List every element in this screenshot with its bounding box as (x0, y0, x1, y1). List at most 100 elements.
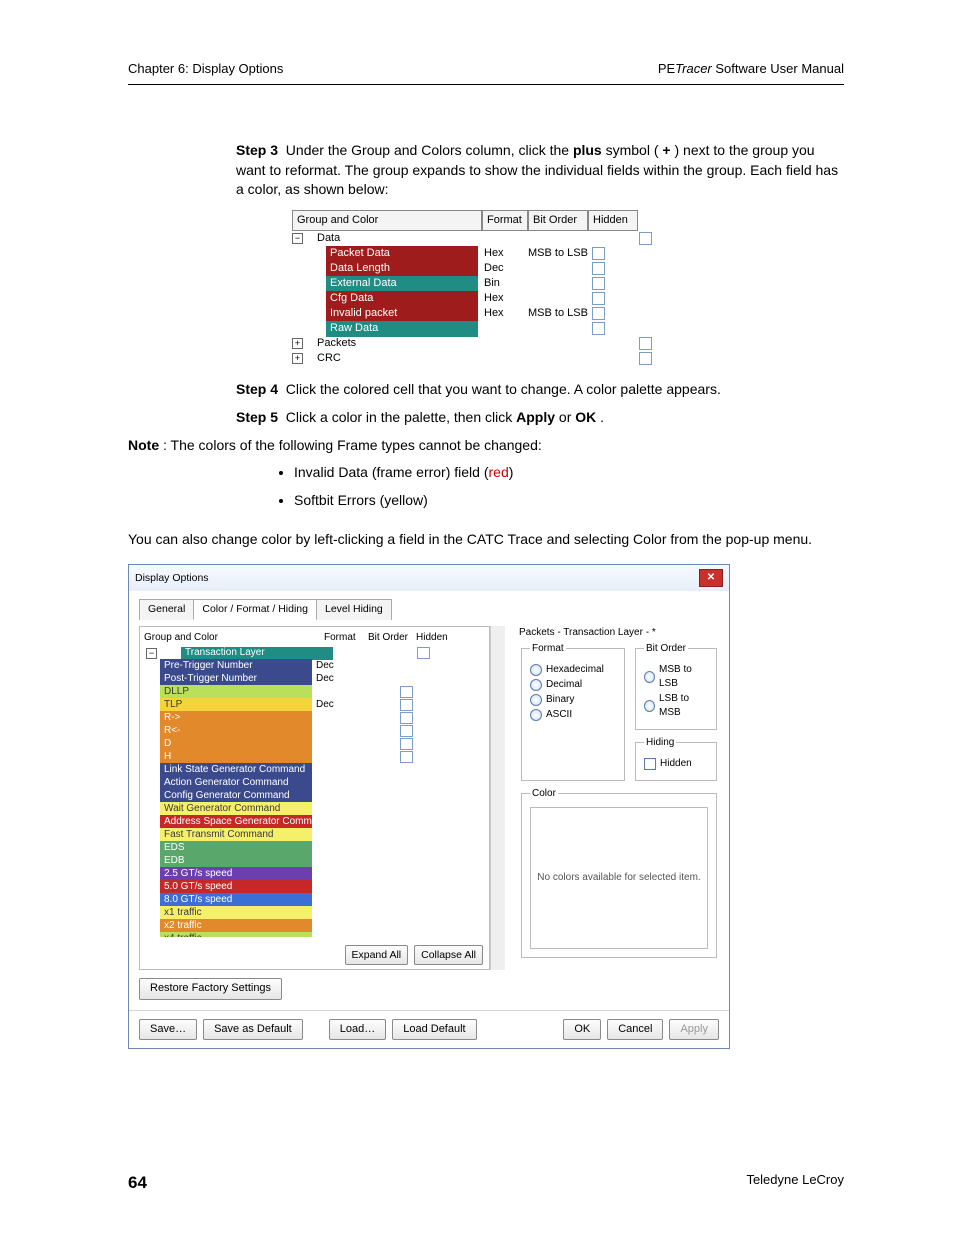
lp-col-group: Group and Color (144, 631, 324, 645)
plus-icon[interactable]: + (292, 353, 303, 364)
fig1-group[interactable]: Packets (317, 336, 356, 351)
display-options-dialog: Display Options ✕ General Color / Format… (128, 564, 730, 1049)
note-label: Note (128, 437, 159, 453)
list-item[interactable]: Post-Trigger Number (160, 672, 312, 686)
tab-general[interactable]: General (139, 599, 194, 620)
hidden-checkbox[interactable] (592, 247, 605, 260)
hidden-checkbox[interactable] (639, 337, 652, 350)
hidden-checkbox[interactable] (592, 307, 605, 320)
collapse-all-button[interactable]: Collapse All (414, 945, 483, 966)
hidden-checkbox[interactable] (400, 699, 413, 711)
list-item[interactable]: x4 traffic (160, 932, 312, 937)
step3-plus-word: plus (573, 142, 602, 158)
list-item[interactable]: Config Generator Command (160, 789, 312, 803)
tab-level-hiding[interactable]: Level Hiding (316, 599, 392, 620)
hidden-checkbox[interactable] (592, 322, 605, 335)
minus-icon[interactable]: − (146, 648, 157, 659)
footer-company: Teledyne LeCroy (746, 1171, 844, 1195)
list-item[interactable]: Address Space Generator Command (160, 815, 312, 829)
list-item[interactable]: R<- (160, 724, 312, 738)
radio-bin[interactable] (530, 694, 542, 706)
hidden-checkbox[interactable] (592, 292, 605, 305)
hdr-prefix: PE (658, 61, 675, 76)
fig1-bitorder: MSB to LSB (524, 246, 588, 261)
hidden-checkbox[interactable] (400, 751, 413, 763)
list-item[interactable]: DLLP (160, 685, 312, 699)
apply-button[interactable]: Apply (669, 1019, 719, 1040)
list-item[interactable]: x2 traffic (160, 919, 312, 933)
list-item[interactable]: Wait Generator Command (160, 802, 312, 816)
bullet1-c: ) (509, 464, 514, 480)
opt-hid: Hidden (660, 757, 692, 771)
step5-c: or (559, 409, 575, 425)
radio-hex[interactable] (530, 664, 542, 676)
list-item[interactable]: D (160, 737, 312, 751)
fig1-root: Data (317, 231, 340, 246)
list-item[interactable]: H (160, 750, 312, 764)
list-item[interactable]: Pre-Trigger Number (160, 659, 312, 673)
fig1-col-bitorder: Bit Order (528, 210, 588, 231)
note-text: : The colors of the following Frame type… (163, 437, 542, 453)
scrollbar[interactable] (490, 626, 505, 971)
save-default-button[interactable]: Save as Default (203, 1019, 303, 1040)
radio-msb-lsb[interactable] (644, 671, 655, 683)
fig1-row[interactable]: Raw Data (326, 321, 478, 336)
list-item[interactable]: Link State Generator Command (160, 763, 312, 777)
step5-apply: Apply (516, 409, 555, 425)
opt-asc: ASCII (546, 708, 572, 722)
fig1-format: Hex (478, 246, 524, 261)
list-item[interactable]: EDS (160, 841, 312, 855)
root-transaction-layer[interactable]: Transaction Layer (181, 647, 333, 661)
close-icon[interactable]: ✕ (699, 569, 723, 587)
fig1-row[interactable]: Cfg Data (326, 291, 478, 306)
step4-text: Click the colored cell that you want to … (286, 381, 721, 397)
hidden-checkbox[interactable] (639, 232, 652, 245)
opt-m2l: MSB to LSB (659, 663, 708, 691)
expand-all-button[interactable]: Expand All (345, 945, 409, 966)
list-item[interactable]: 8.0 GT/s speed (160, 893, 312, 907)
radio-dec[interactable] (530, 679, 542, 691)
list-item[interactable]: EDB (160, 854, 312, 868)
radio-lsb-msb[interactable] (644, 700, 655, 712)
opt-l2m: LSB to MSB (659, 692, 708, 720)
list-item[interactable]: TLP (160, 698, 312, 712)
restore-factory-button[interactable]: Restore Factory Settings (139, 978, 282, 999)
save-button[interactable]: Save… (139, 1019, 197, 1040)
fig1-group[interactable]: CRC (317, 351, 341, 366)
group-color-list: Group and Color Format Bit Order Hidden … (139, 626, 490, 971)
list-item[interactable]: R-> (160, 711, 312, 725)
list-format: Dec (312, 698, 360, 712)
lp-col-format: Format (324, 631, 368, 645)
list-item[interactable]: 5.0 GT/s speed (160, 880, 312, 894)
minus-icon[interactable]: − (292, 233, 303, 244)
list-item[interactable]: 2.5 GT/s speed (160, 867, 312, 881)
hidden-checkbox[interactable] (639, 352, 652, 365)
radio-ascii[interactable] (530, 709, 542, 721)
fig1-row[interactable]: Invalid packet (326, 306, 478, 321)
list-item[interactable]: Fast Transmit Command (160, 828, 312, 842)
load-default-button[interactable]: Load Default (392, 1019, 476, 1040)
plus-icon[interactable]: + (292, 338, 303, 349)
step3-label: Step 3 (236, 142, 278, 158)
fig1-row[interactable]: Packet Data (326, 246, 478, 261)
hidden-checkbox[interactable] (400, 725, 413, 737)
hidden-checkbox[interactable] (400, 712, 413, 724)
hidden-checkbox[interactable] (400, 738, 413, 750)
checkbox-hidden[interactable] (644, 758, 656, 770)
step4-label: Step 4 (236, 381, 278, 397)
hidden-checkbox[interactable] (400, 686, 413, 698)
hidden-checkbox[interactable] (592, 277, 605, 290)
fig1-row[interactable]: Data Length (326, 261, 478, 276)
list-item[interactable]: x1 traffic (160, 906, 312, 920)
list-item[interactable]: Action Generator Command (160, 776, 312, 790)
hidden-checkbox[interactable] (592, 262, 605, 275)
tab-color-format-hiding[interactable]: Color / Format / Hiding (193, 599, 317, 620)
fig1-row[interactable]: External Data (326, 276, 478, 291)
ok-button[interactable]: OK (563, 1019, 601, 1040)
step-4: Step 4 Click the colored cell that you w… (236, 380, 844, 400)
load-button[interactable]: Load… (329, 1019, 386, 1040)
hidden-checkbox[interactable] (417, 647, 430, 659)
cancel-button[interactable]: Cancel (607, 1019, 663, 1040)
bullet1-red: red (489, 464, 509, 480)
list-format: Dec (312, 659, 360, 673)
